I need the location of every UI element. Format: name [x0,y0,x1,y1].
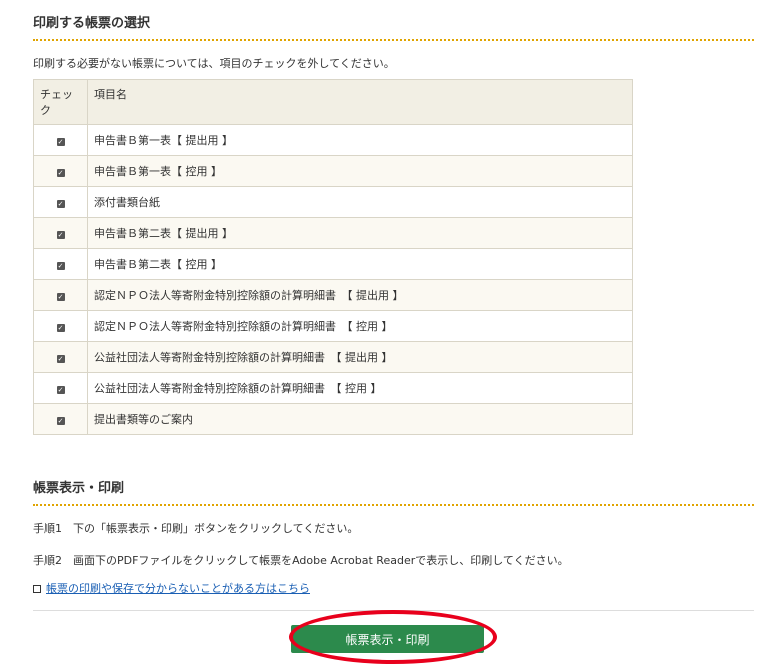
selection-title: 印刷する帳票の選択 [33,0,754,41]
row-item-name: 添付書類台紙 [87,186,633,218]
table-row: ✓ 申告書Ｂ第一表【 控用 】 [33,155,633,187]
row-item-name: 提出書類等のご案内 [87,403,633,435]
form-table: チェック 項目名 ✓ 申告書Ｂ第一表【 提出用 】 ✓ 申告書Ｂ第一表【 控用 】 ✓ 添… [33,79,633,435]
table-row: ✓ 申告書Ｂ第一表【 提出用 】 [33,124,633,156]
row-checkbox[interactable]: ✓ [56,385,65,394]
table-row: ✓ 公益社団法人等寄附金特別控除額の計算明細書 【 提出用 】 [33,341,633,373]
row-checkbox[interactable]: ✓ [56,168,65,177]
button-area: 帳票表示・印刷 [33,610,754,671]
step-1: 手順1 下の「帳票表示・印刷」ボタンをクリックしてください。 [33,522,359,535]
row-check-cell: ✓ [33,186,88,218]
column-header-check: チェック [33,79,88,125]
row-check-cell: ✓ [33,155,88,187]
row-checkbox[interactable]: ✓ [56,199,65,208]
table-row: ✓ 認定ＮＰＯ法人等寄附金特別控除額の計算明細書 【 控用 】 [33,310,633,342]
row-check-cell: ✓ [33,279,88,311]
column-header-check-line2: ク [40,104,51,117]
row-checkbox[interactable]: ✓ [56,416,65,425]
row-check-cell: ✓ [33,372,88,404]
selection-note: 印刷する必要がない帳票については、項目のチェックを外してください。 [33,57,395,70]
row-check-cell: ✓ [33,217,88,249]
print-button[interactable]: 帳票表示・印刷 [291,625,484,653]
print-section: 帳票表示・印刷 手順1 下の「帳票表示・印刷」ボタンをクリックしてください。 手… [33,465,754,671]
row-check-cell: ✓ [33,124,88,156]
help-link[interactable]: 帳票の印刷や保存で分からないことがある方はこちら [46,580,310,596]
row-item-name: 公益社団法人等寄附金特別控除額の計算明細書 【 提出用 】 [87,341,633,373]
row-checkbox[interactable]: ✓ [56,323,65,332]
column-header-check-line1: チェッ [40,88,73,101]
table-row: ✓ 提出書類等のご案内 [33,403,633,435]
row-check-cell: ✓ [33,310,88,342]
row-check-cell: ✓ [33,403,88,435]
table-row: ✓ 申告書Ｂ第二表【 控用 】 [33,248,633,280]
column-header-name: 項目名 [87,79,633,125]
table-body: ✓ 申告書Ｂ第一表【 提出用 】 ✓ 申告書Ｂ第一表【 控用 】 ✓ 添付書類台紙 ✓ 申告書… [33,124,633,435]
row-item-name: 認定ＮＰＯ法人等寄附金特別控除額の計算明細書 【 控用 】 [87,310,633,342]
row-item-name: 申告書Ｂ第一表【 提出用 】 [87,124,633,156]
table-row: ✓ 申告書Ｂ第二表【 提出用 】 [33,217,633,249]
row-item-name: 申告書Ｂ第一表【 控用 】 [87,155,633,187]
row-item-name: 公益社団法人等寄附金特別控除額の計算明細書 【 控用 】 [87,372,633,404]
row-checkbox[interactable]: ✓ [56,137,65,146]
print-title: 帳票表示・印刷 [33,465,754,506]
table-header-row: チェック 項目名 [33,79,633,125]
main-content: 印刷する帳票の選択 印刷する必要がない帳票については、項目のチェックを外してくだ… [33,0,754,671]
table-row: ✓ 公益社団法人等寄附金特別控除額の計算明細書 【 控用 】 [33,372,633,404]
document-icon [33,585,41,593]
help-row: 帳票の印刷や保存で分からないことがある方はこちら [33,580,754,596]
table-row: ✓ 認定ＮＰＯ法人等寄附金特別控除額の計算明細書 【 提出用 】 [33,279,633,311]
row-item-name: 申告書Ｂ第二表【 控用 】 [87,248,633,280]
row-checkbox[interactable]: ✓ [56,354,65,363]
row-checkbox[interactable]: ✓ [56,292,65,301]
row-check-cell: ✓ [33,248,88,280]
row-checkbox[interactable]: ✓ [56,230,65,239]
row-check-cell: ✓ [33,341,88,373]
step-2: 手順2 画面下のPDFファイルをクリックして帳票をAdobe Acrobat R… [33,554,569,567]
row-item-name: 申告書Ｂ第二表【 提出用 】 [87,217,633,249]
row-item-name: 認定ＮＰＯ法人等寄附金特別控除額の計算明細書 【 提出用 】 [87,279,633,311]
row-checkbox[interactable]: ✓ [56,261,65,270]
table-row: ✓ 添付書類台紙 [33,186,633,218]
